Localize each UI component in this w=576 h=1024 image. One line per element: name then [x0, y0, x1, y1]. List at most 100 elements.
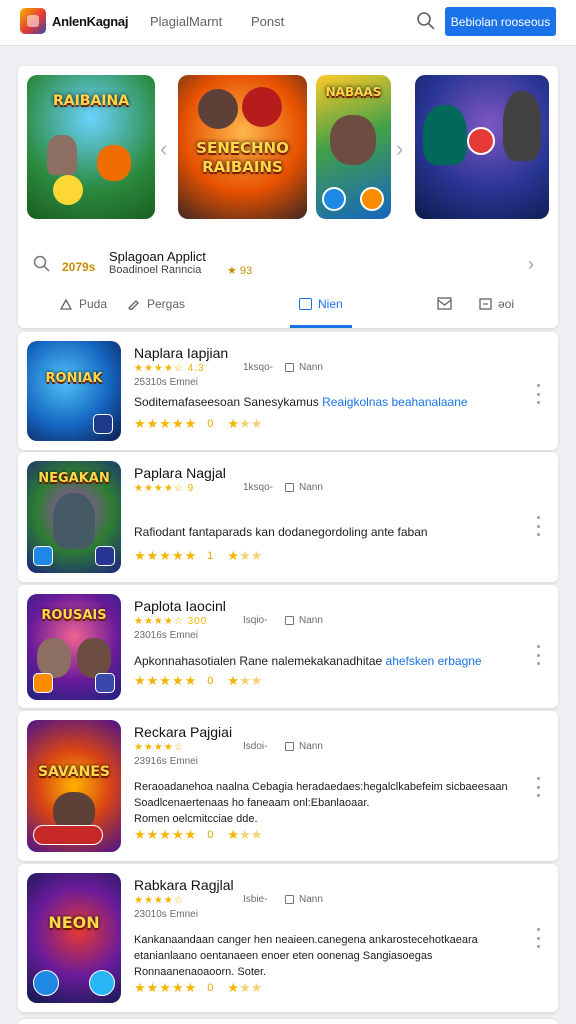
app-meta-tag: Nann: [285, 482, 323, 493]
app-title[interactable]: Naplara Iapjian: [134, 345, 228, 361]
share-icon: [33, 546, 53, 566]
app-title[interactable]: Reckara Pajgiai: [134, 724, 232, 740]
rating-value: 300: [187, 616, 208, 627]
app-meta-size: Isdoi-: [243, 741, 268, 752]
more-options-icon[interactable]: [537, 384, 543, 404]
banner-title: SENECHNO RAIBAINS: [196, 139, 289, 176]
banner-ribbon: [33, 825, 103, 845]
app-thumbnail[interactable]: ROUSAIS: [27, 594, 121, 700]
small-star-rating: ★★★★☆: [134, 742, 184, 753]
app-thumbnail[interactable]: NEON: [27, 873, 121, 1003]
share-icon: [95, 673, 115, 693]
tag-icon: [285, 895, 294, 904]
more-options-icon[interactable]: [537, 928, 543, 948]
app-logo-icon[interactable]: [20, 8, 46, 34]
app-list-item[interactable]: ROUSAIS Paplota Iaocinl ★★★★☆ 300 Isqio-…: [18, 585, 558, 708]
featured-banner-1[interactable]: RAIBAINA: [27, 75, 155, 219]
rating-score: 0: [207, 982, 214, 994]
character-figure: [503, 91, 541, 161]
mini-stars-icon: ★★★: [227, 673, 263, 688]
play-icon[interactable]: [360, 187, 384, 211]
character-figure: [242, 87, 282, 127]
rating-row: ★★★★★ 0 ★★★: [134, 827, 262, 843]
rating-score: 0: [207, 675, 214, 687]
featured-carousel-card: RAIBAINA ‹ SENECHNO RAIBAINS NABAAS › 20…: [18, 66, 558, 328]
description-line: Kankanaandaan canger hen neaieen.canegen…: [134, 934, 478, 946]
app-meta-size: Isqio-: [243, 615, 268, 626]
release-info: 25310s Emnei: [134, 377, 198, 388]
stars-icon: ★★★★★: [134, 548, 198, 563]
stars-icon: ★★★★★: [134, 416, 198, 431]
stars-icon: ★★★★★: [134, 673, 198, 688]
more-options-icon[interactable]: [537, 645, 543, 665]
search-icon[interactable]: [32, 254, 52, 274]
primary-cta-button[interactable]: Bebiolan rooseous: [445, 7, 556, 36]
tab-inbox[interactable]: [437, 297, 452, 310]
tab-puda[interactable]: Puda: [59, 297, 107, 311]
featured-app-title[interactable]: Splagoan Applict: [109, 249, 206, 264]
app-thumbnail[interactable]: SAVANES: [27, 720, 121, 852]
app-thumbnail[interactable]: NEGAKAN: [27, 461, 121, 573]
nav-link-2[interactable]: Ponst: [251, 14, 284, 29]
app-description: Reraoadanehoa naalna Cebagia heradaedaes…: [134, 779, 508, 827]
inbox-icon: [437, 297, 452, 310]
record-badge-icon: [467, 127, 495, 155]
bird-icon: [89, 970, 115, 996]
description-line: etanianlaano oentanaeen enoer eten oonen…: [134, 950, 433, 962]
app-list-item[interactable]: RONIAK Naplara Iapjian ★★★★☆ 4.3 1ksqo- …: [18, 332, 558, 450]
tag-icon: [285, 742, 294, 751]
description-line: Soadlcenaertenaas ho faneaam onl:Ebanlao…: [134, 797, 370, 809]
search-icon[interactable]: [415, 10, 437, 32]
tab-other[interactable]: əoi: [479, 297, 514, 311]
release-info: 23016s Emnei: [134, 630, 198, 641]
chevron-right-icon[interactable]: ›: [396, 136, 403, 162]
share-icon[interactable]: [322, 187, 346, 211]
featured-banner-2[interactable]: SENECHNO RAIBAINS: [178, 75, 307, 219]
app-title[interactable]: Paplara Nagjal: [134, 465, 226, 481]
rating-row: ★★★★★ 0 ★★★: [134, 980, 262, 996]
thumbnail-title: ROUSAIS: [41, 608, 107, 623]
featured-rating: ★ 93: [227, 265, 253, 277]
more-options-icon[interactable]: [537, 516, 543, 536]
top-bar: AnlenKagnaj PlagialMarnt Ponst Bebiolan …: [0, 0, 576, 46]
tab-nien[interactable]: Nien: [299, 297, 343, 311]
chevron-left-icon[interactable]: ‹: [160, 136, 167, 162]
description-link[interactable]: ahefsken erbagne: [386, 654, 482, 668]
banner-title: NABAAS: [325, 85, 382, 99]
featured-count: 2079s: [62, 260, 96, 274]
app-meta-size: 1ksqo-: [243, 482, 274, 493]
triangle-icon: [59, 298, 73, 310]
app-meta-tag: Nann: [285, 362, 323, 373]
featured-banner-3[interactable]: NABAAS: [316, 75, 391, 219]
app-list-item-partial[interactable]: [18, 1019, 558, 1024]
app-list-item[interactable]: NEON Rabkara Ragjlal ★★★★☆ Isbie- Nann 2…: [18, 864, 558, 1012]
tag-icon: [285, 363, 294, 372]
description-text: Soditemafaseesoan Sanesykamus: [134, 395, 323, 409]
rating-value: 9: [187, 483, 195, 494]
tag-icon: [285, 483, 294, 492]
featured-banner-4[interactable]: [415, 75, 549, 219]
thumbnail-title: NEON: [48, 913, 100, 932]
thumbnail-title: SAVANES: [37, 764, 111, 780]
more-options-icon[interactable]: [537, 777, 543, 797]
active-tab-indicator: [290, 325, 352, 328]
brand-name[interactable]: AnlenKagnaj: [52, 14, 128, 29]
mini-stars-icon: ★★★: [227, 548, 263, 563]
description-link[interactable]: Reaigkolnas beahanalaane: [322, 395, 467, 409]
app-description: Apkonnahasotialen Rane nalemekakanadhita…: [134, 653, 482, 669]
app-title[interactable]: Rabkara Ragjlal: [134, 877, 234, 893]
app-title[interactable]: Paplota Iaocinl: [134, 598, 226, 614]
nav-link-1[interactable]: PlagialMarnt: [150, 14, 222, 29]
tab-pergas[interactable]: Pergas: [127, 297, 185, 311]
tab-label: Puda: [79, 297, 108, 311]
release-info: 23010s Emnei: [134, 909, 198, 920]
app-list-item[interactable]: NEGAKAN Paplara Nagjal ★★★★☆ 9 1ksqo- Na…: [18, 452, 558, 582]
rating-row: ★★★★★ 1 ★★★: [134, 548, 262, 564]
app-thumbnail[interactable]: RONIAK: [27, 341, 121, 441]
description-line: Reraoadanehoa naalna Cebagia heradaedaes…: [134, 781, 508, 793]
description-line: Romen oelcmitcciae dde.: [134, 813, 258, 825]
rating-row: ★★★★★ 0 ★★★: [134, 673, 262, 689]
chevron-right-icon[interactable]: ›: [528, 254, 534, 275]
character-figure: [198, 89, 238, 129]
app-list-item[interactable]: SAVANES Reckara Pajgiai ★★★★☆ Isdoi- Nan…: [18, 711, 558, 861]
